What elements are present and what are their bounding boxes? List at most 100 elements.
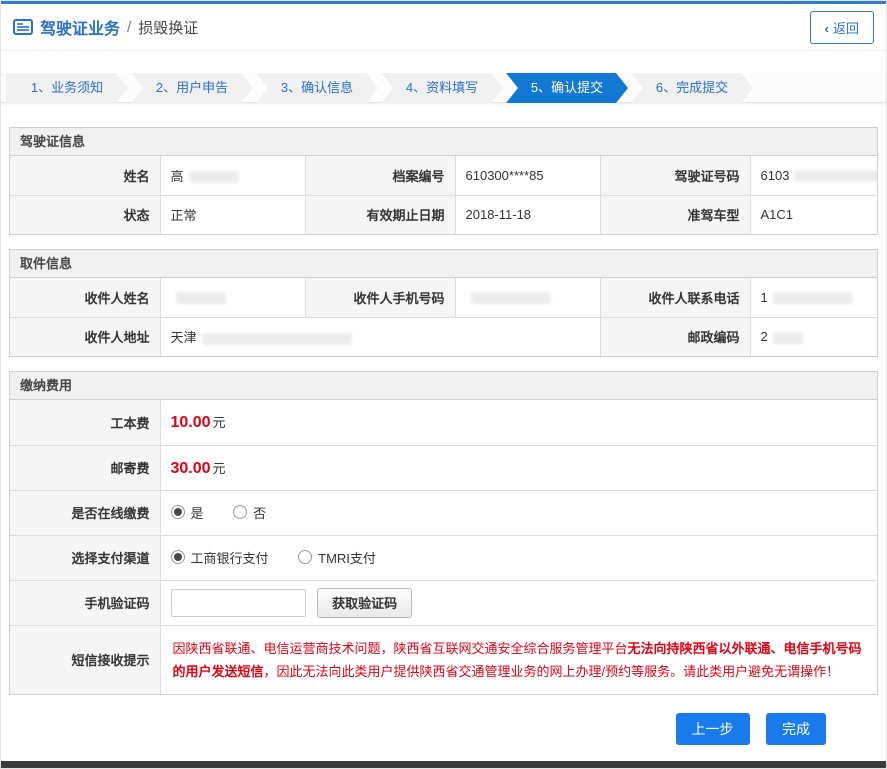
fees-panel: 缴纳费用 工本费 10.00 元 邮寄费 30.00 元 是否在线缴费 是 否 选择…: [9, 371, 878, 695]
online-pay-no-radio[interactable]: 否: [233, 503, 266, 522]
back-arrow-icon: ‹: [824, 20, 829, 36]
license-info-title: 驾驶证信息: [10, 128, 877, 156]
table-row: 姓名 高 档案编号 610300****85 驾驶证号码 6103: [10, 156, 877, 196]
step-6-complete: 6、完成提交: [631, 73, 753, 103]
cost-fee-label: 工本费: [10, 400, 161, 446]
pay-channel-options: 工商银行支付 TMRI支付: [159, 534, 877, 581]
prev-step-button[interactable]: 上一步: [675, 712, 750, 745]
online-pay-no-label: 否: [253, 505, 267, 521]
online-pay-yes-label: 是: [190, 505, 204, 521]
status-value: 正常: [159, 194, 306, 234]
back-button[interactable]: ‹ 返回: [809, 10, 874, 44]
redacted-text: [470, 292, 551, 305]
table-row: 工本费 10.00 元: [10, 400, 877, 446]
table-row: 选择支付渠道 工商银行支付 TMRI支付: [10, 534, 877, 581]
postcode-label: 邮政编码: [599, 316, 751, 356]
file-no-label: 档案编号: [304, 156, 456, 196]
table-row: 短信接收提示 因陕西省联通、电信运营商技术问题，陕西省互联网交通安全综合服务管理…: [10, 624, 877, 694]
radio-unchecked-icon: [298, 550, 313, 565]
step-1-notice: 1、业务须知: [6, 73, 128, 103]
radio-unchecked-icon: [233, 505, 248, 520]
status-label: 状态: [10, 194, 161, 234]
notice-part3: ，因此无法向此类用户提供陕西省交通管理业务的网上办理/预约等服务。请此类用户避免…: [263, 663, 840, 679]
table-row: 状态 正常 有效期止日期 2018-11-18 准驾车型 A1C1: [10, 194, 877, 234]
finish-button[interactable]: 完成: [766, 712, 826, 745]
postage-unit: 元: [212, 460, 226, 476]
notice-part1: 因陕西省联通、电信运营商技术问题，陕西省互联网交通安全综合服务管理平台: [172, 640, 628, 656]
recipient-address-label: 收件人地址: [10, 316, 161, 356]
action-buttons: 上一步 完成: [1, 695, 886, 745]
recipient-mobile-label: 收件人手机号码: [304, 278, 456, 318]
step-4-fill-info: 4、资料填写: [381, 73, 503, 103]
footer-bar: [1, 761, 886, 768]
step-5-confirm-submit: 5、确认提交: [506, 73, 628, 103]
recipient-name-label: 收件人姓名: [10, 278, 161, 318]
pickup-info-table: 收件人姓名 收件人手机号码 收件人联系电话 1 收件人地址 天津 邮政编码 2: [10, 278, 877, 356]
step-3-confirm-info: 3、确认信息: [256, 73, 378, 103]
sms-code-label: 手机验证码: [10, 579, 161, 626]
recipient-phone-value: 1: [749, 278, 877, 318]
vehicle-class-value: A1C1: [749, 194, 877, 234]
postcode-value: 2: [749, 316, 877, 356]
table-row: 收件人地址 天津 邮政编码 2: [10, 316, 877, 356]
sms-notice-label: 短信接收提示: [10, 624, 161, 694]
back-label: 返回: [832, 20, 859, 36]
file-no-value: 610300****85: [454, 156, 601, 196]
channel-icbc-label: 工商银行支付: [190, 550, 269, 566]
recipient-phone-label: 收件人联系电话: [599, 278, 751, 318]
fees-title: 缴纳费用: [10, 372, 877, 400]
redacted-text: [772, 292, 853, 305]
postage-amount: 30.00: [170, 459, 211, 477]
breadcrumb-current: 损毁换证: [138, 19, 199, 37]
step-nav: 1、业务须知 2、用户申告 3、确认信息 4、资料填写 5、确认提交 6、完成提…: [1, 73, 886, 103]
step-2-declaration: 2、用户申告: [131, 73, 253, 103]
table-row: 邮寄费 30.00 元: [10, 444, 877, 491]
license-info-table: 姓名 高 档案编号 610300****85 驾驶证号码 6103 状态 正常 …: [10, 156, 877, 234]
license-info-panel: 驾驶证信息 姓名 高 档案编号 610300****85 驾驶证号码 6103 …: [9, 127, 878, 235]
recipient-address-value: 天津: [159, 316, 601, 356]
online-pay-options: 是 否: [159, 489, 877, 536]
cost-fee-value: 10.00 元: [159, 400, 877, 446]
name-value: 高: [159, 156, 306, 196]
get-sms-code-button[interactable]: 获取验证码: [317, 587, 413, 618]
table-row: 是否在线缴费 是 否: [10, 489, 877, 536]
online-pay-yes-radio[interactable]: 是: [170, 503, 204, 522]
pickup-info-title: 取件信息: [10, 250, 877, 278]
expiry-value: 2018-11-18: [454, 194, 601, 234]
vehicle-class-label: 准驾车型: [599, 194, 751, 234]
header: 驾驶证业务 / 损毁换证 ‹ 返回: [1, 4, 886, 51]
table-row: 收件人姓名 收件人手机号码 收件人联系电话 1: [10, 278, 877, 318]
recipient-mobile-value: [454, 278, 601, 318]
sms-code-input[interactable]: [170, 588, 306, 617]
radio-checked-icon: [170, 505, 185, 520]
redacted-text: [201, 332, 352, 345]
channel-tmri-label: TMRI支付: [318, 550, 376, 566]
postage-fee-value: 30.00 元: [159, 444, 877, 491]
online-pay-label: 是否在线缴费: [10, 489, 161, 536]
sms-notice-text: 因陕西省联通、电信运营商技术问题，陕西省互联网交通安全综合服务管理平台无法向持陕…: [159, 624, 877, 694]
channel-icbc-radio[interactable]: 工商银行支付: [170, 548, 269, 567]
redacted-text: [794, 170, 877, 183]
pickup-info-panel: 取件信息 收件人姓名 收件人手机号码 收件人联系电话 1 收件人地址 天津 邮政…: [9, 249, 878, 357]
cost-amount: 10.00: [170, 414, 211, 432]
radio-checked-icon: [170, 550, 185, 565]
channel-tmri-radio[interactable]: TMRI支付: [298, 548, 376, 567]
cost-unit: 元: [212, 415, 226, 431]
license-card-icon: [13, 19, 33, 35]
redacted-text: [175, 292, 226, 305]
fees-table: 工本费 10.00 元 邮寄费 30.00 元 是否在线缴费 是 否 选择支付渠道 …: [10, 400, 877, 694]
redacted-text: [772, 331, 803, 344]
license-no-value: 6103: [749, 156, 877, 196]
license-no-label: 驾驶证号码: [599, 156, 751, 196]
breadcrumb-separator: /: [127, 18, 132, 36]
pay-channel-label: 选择支付渠道: [10, 534, 161, 581]
postage-fee-label: 邮寄费: [10, 444, 161, 491]
table-row: 手机验证码 获取验证码: [10, 579, 877, 626]
recipient-name-value: [159, 278, 306, 318]
page: 驾驶证业务 / 损毁换证 ‹ 返回 1、业务须知 2、用户申告 3、确认信息 4、…: [0, 0, 887, 769]
redacted-text: [188, 171, 239, 184]
sms-code-row: 获取验证码: [159, 579, 877, 626]
name-label: 姓名: [10, 156, 161, 196]
page-title: 驾驶证业务: [40, 21, 121, 38]
expiry-label: 有效期止日期: [304, 194, 456, 234]
